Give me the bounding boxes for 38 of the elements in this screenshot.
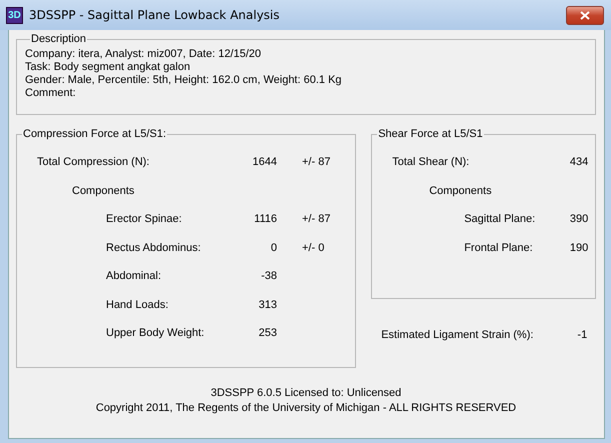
description-line: Comment: <box>25 87 77 100</box>
force-value: 390 <box>568 213 588 225</box>
force-error: +/- 87 <box>302 213 330 225</box>
components-heading: Components <box>428 184 492 196</box>
window-title: 3DSSPP - Sagittal Plane Lowback Analysis <box>29 8 281 22</box>
footer-text: 3DSSPP 6.0.5 Licensed to: Unlicensed <box>210 386 402 401</box>
description-line: Company: itera, Analyst: miz007, Date: 12/15/20 <box>25 48 262 61</box>
force-error: +/- 0 <box>302 242 324 254</box>
force-label: Upper Body Weight: <box>105 327 206 339</box>
force-label: Total Shear (N): <box>391 156 470 168</box>
close-icon <box>580 10 590 20</box>
force-value: 190 <box>568 242 588 254</box>
force-label: Abdominal: <box>105 270 162 282</box>
footer-text: Copyright 2011, The Regents of the University of Michigan - ALL RIGHTS RESERVED <box>94 401 518 416</box>
app-icon: 3D <box>6 6 23 24</box>
group-title: Compression Force at L5/S1: <box>22 128 168 140</box>
force-label: Sagittal Plane: <box>463 213 536 225</box>
force-label: Total Compression (N): <box>36 156 150 168</box>
group-title: Shear Force at L5/S1 <box>377 128 484 140</box>
force-label: Frontal Plane: <box>463 242 534 254</box>
group-title: Description <box>30 33 88 45</box>
force-value: 1116 <box>253 213 277 225</box>
force-value: 313 <box>258 298 277 310</box>
close-button[interactable] <box>566 6 604 24</box>
force-label: Rectus Abdominus: <box>105 242 202 254</box>
force-error: +/- 87 <box>302 156 330 168</box>
force-value: 1644 <box>252 156 277 168</box>
force-value: 434 <box>568 156 588 168</box>
force-label: Erector Spinae: <box>105 213 183 225</box>
description-line: Task: Body segment angkat galon <box>25 61 192 74</box>
force-label: Hand Loads: <box>105 298 170 310</box>
force-value: 253 <box>258 327 277 339</box>
strain-value: -1 <box>576 329 588 341</box>
strain-label: Estimated Ligament Strain (%): <box>380 329 534 341</box>
force-value: 0 <box>270 242 277 254</box>
components-heading: Components <box>71 184 134 196</box>
description-line: Gender: Male, Percentile: 5th, Height: 162.0 cm, Weight: 60.1 Kg <box>25 74 343 87</box>
force-value: -38 <box>260 270 277 282</box>
